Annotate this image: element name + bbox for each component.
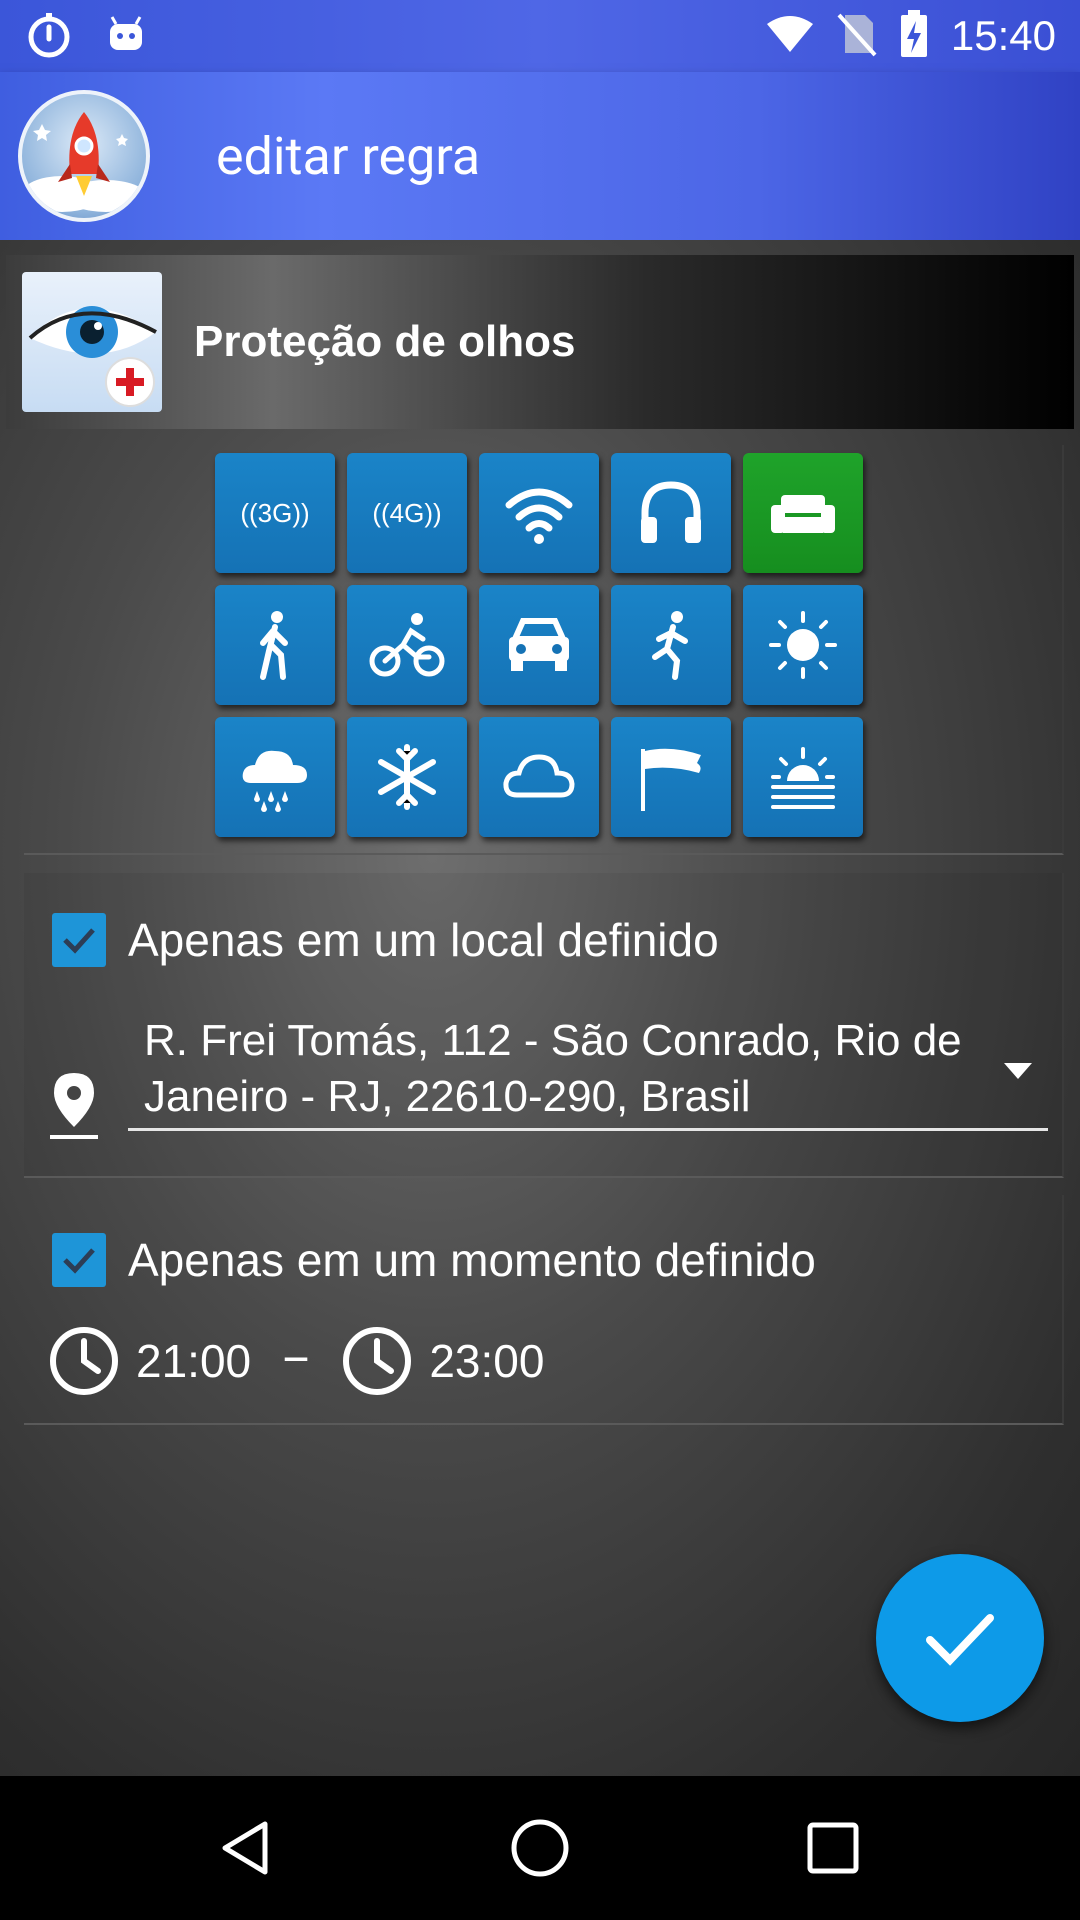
time-separator: – xyxy=(281,1334,312,1388)
sofa-icon xyxy=(771,495,835,533)
tile-headphones[interactable] xyxy=(611,453,731,573)
location-checkbox-label: Apenas em um local definido xyxy=(128,914,719,966)
tile-wifi[interactable] xyxy=(479,453,599,573)
location-checkbox-row[interactable]: Apenas em um local definido xyxy=(52,913,719,967)
time-panel: Apenas em um momento definido 21:00 – 23… xyxy=(24,1195,1064,1425)
checkmark-icon xyxy=(63,1248,95,1274)
sunrise-icon xyxy=(771,747,835,809)
android-icon xyxy=(106,14,146,58)
tile-rain[interactable] xyxy=(215,717,335,837)
3g-icon: ((3G)) xyxy=(240,497,310,528)
no-sim-icon xyxy=(837,11,877,61)
clock-icon xyxy=(50,1327,118,1395)
address-text: R. Frei Tomás, 112 - São Conrado, Rio de… xyxy=(144,1016,962,1121)
recents-square-icon xyxy=(807,1822,859,1874)
tile-cloud[interactable] xyxy=(479,717,599,837)
navigation-bar xyxy=(0,1776,1080,1920)
wifi-icon xyxy=(505,488,573,544)
end-time[interactable]: 23:00 xyxy=(429,1334,544,1388)
time-checkbox[interactable] xyxy=(52,1233,106,1287)
home-button[interactable] xyxy=(495,1803,585,1893)
time-range-row: 21:00 – 23:00 xyxy=(48,1325,544,1397)
tile-3g[interactable]: ((3G)) xyxy=(215,453,335,573)
4g-icon: ((4G)) xyxy=(372,497,442,528)
location-pin-icon xyxy=(50,1073,98,1139)
condition-grid: ((3G)) ((4G)) xyxy=(215,453,863,837)
tile-sunrise[interactable] xyxy=(743,717,863,837)
headphones-icon xyxy=(641,481,701,543)
home-circle-icon xyxy=(511,1819,569,1877)
rule-name: Proteção de olhos xyxy=(194,317,576,366)
cycling-icon xyxy=(369,613,445,677)
tile-wind[interactable] xyxy=(611,717,731,837)
dropdown-arrow-icon xyxy=(1004,1063,1032,1079)
app-bar: editar regra xyxy=(0,72,1080,240)
eye-protection-icon xyxy=(22,272,162,412)
tile-walking[interactable] xyxy=(215,585,335,705)
check-icon xyxy=(926,1614,994,1666)
sun-icon xyxy=(769,611,837,679)
car-icon xyxy=(509,618,569,671)
tile-4g[interactable]: ((4G)) xyxy=(347,453,467,573)
clock-icon xyxy=(343,1327,412,1395)
tile-snow[interactable] xyxy=(347,717,467,837)
time-checkbox-label: Apenas em um momento definido xyxy=(128,1234,816,1286)
time-checkbox-row[interactable]: Apenas em um momento definido xyxy=(52,1233,816,1287)
windsock-icon xyxy=(641,748,701,811)
rule-header[interactable]: Proteção de olhos xyxy=(6,255,1074,429)
status-time: 15:40 xyxy=(950,12,1056,59)
tile-sunny[interactable] xyxy=(743,585,863,705)
battery-charging-icon xyxy=(899,9,929,63)
recents-button[interactable] xyxy=(788,1803,878,1893)
snowflake-icon xyxy=(378,744,436,810)
back-button[interactable] xyxy=(202,1803,292,1893)
status-bar: 15:40 xyxy=(0,0,1080,72)
wifi-icon xyxy=(765,14,815,58)
walking-icon xyxy=(260,611,288,680)
location-panel: Apenas em um local definido R. Frei Tomá… xyxy=(24,873,1064,1178)
tile-car[interactable] xyxy=(479,585,599,705)
rain-icon xyxy=(242,750,307,812)
page-title: editar regra xyxy=(216,125,481,187)
rocket-logo[interactable] xyxy=(18,90,150,222)
stopwatch-icon xyxy=(24,9,74,63)
running-icon xyxy=(652,611,688,680)
cloud-icon xyxy=(503,754,575,798)
tile-sofa[interactable] xyxy=(743,453,863,573)
save-button[interactable] xyxy=(876,1554,1044,1722)
checkmark-icon xyxy=(63,928,95,954)
tile-running[interactable] xyxy=(611,585,731,705)
address-dropdown[interactable]: R. Frei Tomás, 112 - São Conrado, Rio de… xyxy=(128,1013,1048,1131)
location-checkbox[interactable] xyxy=(52,913,106,967)
condition-grid-panel: ((3G)) ((4G)) xyxy=(24,445,1064,855)
back-triangle-icon xyxy=(222,1821,268,1875)
start-time[interactable]: 21:00 xyxy=(136,1334,251,1388)
tile-cycling[interactable] xyxy=(347,585,467,705)
